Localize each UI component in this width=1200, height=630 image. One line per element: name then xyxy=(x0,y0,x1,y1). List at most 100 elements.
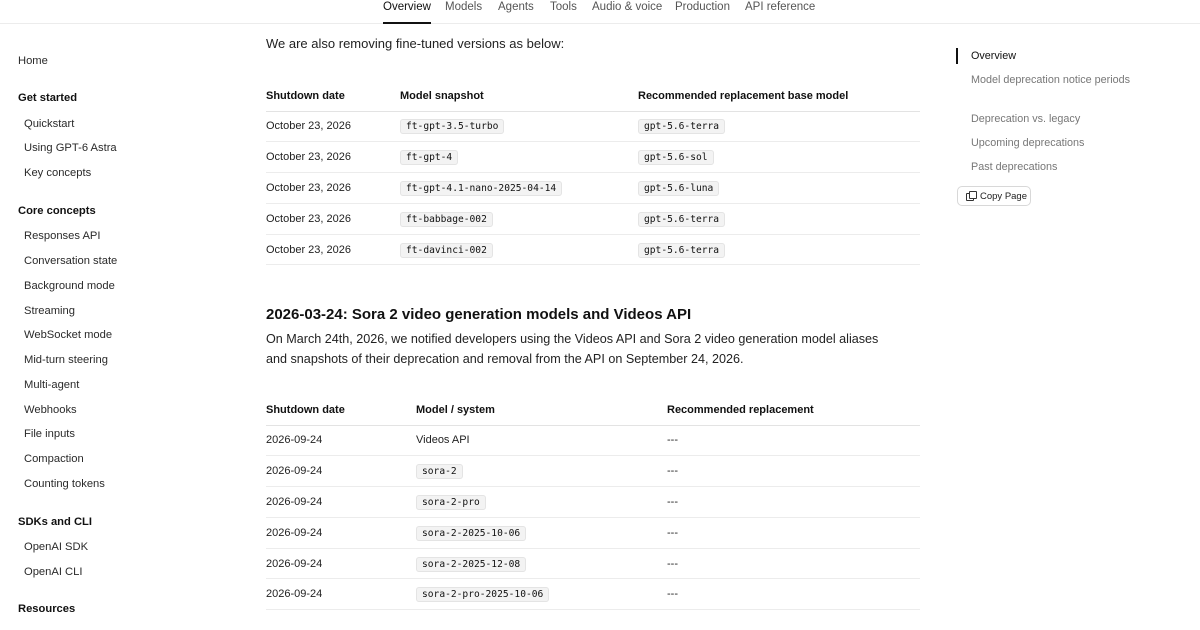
replacement-model: gpt-5.6-sol xyxy=(638,141,920,174)
sidebar-heading-core-concepts: Core concepts xyxy=(18,205,96,217)
sidebar-item-compaction[interactable]: Compaction xyxy=(24,452,84,466)
table-row: October 23, 2026 ft-babbage-002 gpt-5.6-… xyxy=(266,203,920,235)
replacement-model: gpt-5.6-terra xyxy=(638,111,920,143)
sora-deprecation-table: Shutdown date Model / system Recommended… xyxy=(266,395,920,611)
table-header-row: Shutdown date Model / system Recommended… xyxy=(266,395,920,426)
column-header: Recommended replacement xyxy=(667,395,920,426)
model-code: sora-2-2025-12-08 xyxy=(416,556,527,572)
model-snapshot: ft-gpt-4 xyxy=(400,141,638,174)
shutdown-date: October 23, 2026 xyxy=(266,172,400,204)
model-snapshot: ft-gpt-4.1-nano-2025-04-14 xyxy=(400,172,638,204)
model-snapshot: ft-davinci-002 xyxy=(400,234,638,266)
sidebar-item-multi-agent[interactable]: Multi-agent xyxy=(24,378,79,392)
table-row: October 23, 2026 ft-davinci-002 gpt-5.6-… xyxy=(266,234,920,266)
column-header: Recommended replacement base model xyxy=(638,81,920,112)
sidebar-item-conversation-state[interactable]: Conversation state xyxy=(24,254,117,268)
model-snapshot: ft-babbage-002 xyxy=(400,203,638,235)
model-system: sora-2-2025-12-08 xyxy=(416,548,667,580)
model-system: sora-2 xyxy=(416,455,667,488)
top-nav: Overview Models Agents Tools Audio & voi… xyxy=(0,0,1200,24)
sidebar: Home Get started Quickstart Using GPT-6 … xyxy=(0,24,230,630)
sidebar-item-counting-tokens[interactable]: Counting tokens xyxy=(24,477,105,491)
replacement-model: gpt-5.6-terra xyxy=(638,203,920,235)
sidebar-item-streaming[interactable]: Streaming xyxy=(24,304,75,318)
sidebar-item-background-mode[interactable]: Background mode xyxy=(24,279,115,293)
model-code: sora-2-pro xyxy=(416,494,486,510)
table-header-row: Shutdown date Model snapshot Recommended… xyxy=(266,81,920,112)
intro-text: We are also removing fine-tuned versions… xyxy=(266,36,565,51)
sidebar-item-openai-cli[interactable]: OpenAI CLI xyxy=(24,565,82,579)
table-row: 2026-09-24 sora-2-2025-10-06 --- xyxy=(266,517,920,549)
model-code: ft-babbage-002 xyxy=(400,211,493,227)
shutdown-date: 2026-09-24 xyxy=(266,578,416,611)
model-system: sora-2-pro-2025-10-06 xyxy=(416,578,667,611)
sidebar-item-responses-api[interactable]: Responses API xyxy=(24,229,101,243)
shutdown-date: 2026-09-24 xyxy=(266,455,416,488)
replacement-code: gpt-5.6-terra xyxy=(638,242,726,258)
replacement-code: gpt-5.6-terra xyxy=(638,119,726,135)
replacement: --- xyxy=(667,455,920,488)
shutdown-date: October 23, 2026 xyxy=(266,141,400,174)
tab-audio-voice[interactable]: Audio & voice xyxy=(592,0,662,24)
table-row: 2026-09-24 Videos API --- xyxy=(266,425,920,457)
tab-agents[interactable]: Agents xyxy=(498,0,534,24)
shutdown-date: 2026-09-24 xyxy=(266,517,416,549)
sidebar-item-home[interactable]: Home xyxy=(18,54,48,68)
sidebar-item-websocket-mode[interactable]: WebSocket mode xyxy=(24,328,112,342)
model-code: sora-2-pro-2025-10-06 xyxy=(416,587,550,603)
table-row: 2026-09-24 sora-2-pro --- xyxy=(266,486,920,518)
model-system: sora-2-pro xyxy=(416,486,667,518)
table-row: 2026-09-24 sora-2 --- xyxy=(266,455,920,488)
replacement: --- xyxy=(667,425,920,457)
sidebar-item-mid-turn-steering[interactable]: Mid-turn steering xyxy=(24,353,108,367)
sidebar-item-using-gpt-6-astra[interactable]: Using GPT-6 Astra xyxy=(24,141,117,155)
section-paragraph: On March 24th, 2026, we notified develop… xyxy=(266,332,879,366)
model-code: sora-2-2025-10-06 xyxy=(416,525,527,541)
replacement-model: gpt-5.6-luna xyxy=(638,172,920,204)
fine-tuned-deprecation-table: Shutdown date Model snapshot Recommended… xyxy=(266,81,920,266)
replacement: --- xyxy=(667,578,920,611)
copy-page-label: Copy Page xyxy=(980,190,1028,202)
column-header: Shutdown date xyxy=(266,395,416,426)
column-header: Model snapshot xyxy=(400,81,638,112)
table-row: 2026-09-24 sora-2-pro-2025-10-06 --- xyxy=(266,578,920,611)
model-code: ft-gpt-4 xyxy=(400,150,459,166)
sidebar-item-file-inputs[interactable]: File inputs xyxy=(24,427,75,441)
model-code: ft-gpt-3.5-turbo xyxy=(400,119,505,135)
shutdown-date: October 23, 2026 xyxy=(266,234,400,266)
column-header: Model / system xyxy=(416,395,667,426)
toc-item-deprecation-vs-legacy[interactable]: Deprecation vs. legacy xyxy=(971,112,1131,127)
shutdown-date: 2026-09-24 xyxy=(266,425,416,457)
sidebar-heading-sdks-cli: SDKs and CLI xyxy=(18,516,92,528)
shutdown-date: 2026-09-24 xyxy=(266,486,416,518)
sidebar-item-key-concepts[interactable]: Key concepts xyxy=(24,166,91,180)
sidebar-item-openai-sdk[interactable]: OpenAI SDK xyxy=(24,540,88,554)
table-row: October 23, 2026 ft-gpt-4.1-nano-2025-04… xyxy=(266,172,920,204)
copy-page-button[interactable]: Copy Page xyxy=(957,186,1031,206)
model-snapshot: ft-gpt-3.5-turbo xyxy=(400,111,638,143)
tab-tools[interactable]: Tools xyxy=(550,0,577,24)
toc-active-indicator xyxy=(956,48,958,64)
replacement-code: gpt-5.6-sol xyxy=(638,150,714,166)
model-code: ft-gpt-4.1-nano-2025-04-14 xyxy=(400,180,563,196)
model-code: ft-davinci-002 xyxy=(400,242,493,258)
sidebar-heading-get-started: Get started xyxy=(18,92,78,104)
tab-api-reference[interactable]: API reference xyxy=(745,0,815,24)
shutdown-date: October 23, 2026 xyxy=(266,203,400,235)
section-heading: 2026-03-24: Sora 2 video generation mode… xyxy=(266,306,692,323)
toc-item-upcoming-deprecations[interactable]: Upcoming deprecations xyxy=(971,136,1131,151)
tab-models[interactable]: Models xyxy=(445,0,482,24)
column-header: Shutdown date xyxy=(266,81,400,112)
tab-overview[interactable]: Overview xyxy=(383,0,431,24)
replacement: --- xyxy=(667,486,920,518)
tab-production[interactable]: Production xyxy=(675,0,730,24)
sidebar-item-webhooks[interactable]: Webhooks xyxy=(24,403,77,417)
shutdown-date: 2026-09-24 xyxy=(266,548,416,580)
toc-item-deprecation-notice-periods[interactable]: Model deprecation notice periods xyxy=(971,73,1131,88)
table-row: October 23, 2026 ft-gpt-4 gpt-5.6-sol xyxy=(266,141,920,174)
model-system: Videos API xyxy=(416,425,667,457)
sidebar-item-quickstart[interactable]: Quickstart xyxy=(24,117,74,131)
toc-item-overview[interactable]: Overview xyxy=(971,49,1131,64)
toc-item-past-deprecations[interactable]: Past deprecations xyxy=(971,160,1131,175)
replacement: --- xyxy=(667,548,920,580)
